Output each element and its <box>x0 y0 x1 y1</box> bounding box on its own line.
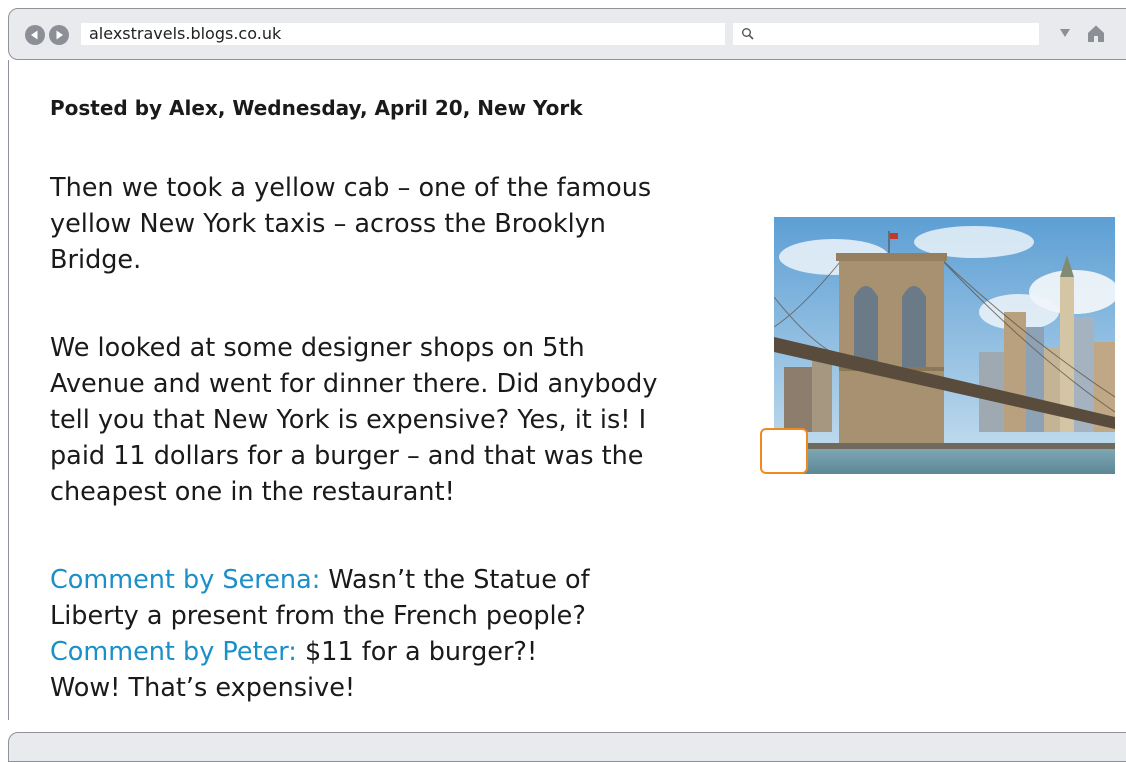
comment-author-peter[interactable]: Comment by Peter: <box>50 637 297 667</box>
paragraph-line: yellow New York taxis – across the Brook… <box>50 209 606 239</box>
search-icon <box>742 28 754 40</box>
paragraph-line: cheapest one in the restaurant! <box>50 477 455 507</box>
search-input[interactable] <box>733 23 1039 45</box>
paragraph-line: tell you that New York is expensive? Yes… <box>50 405 647 435</box>
comment-text: Liberty a present from the French people… <box>50 601 586 631</box>
paragraph-line: Avenue and went for dinner there. Did an… <box>50 369 658 399</box>
comment-peter: Comment by Peter: $11 for a burger?! Wow… <box>50 634 770 706</box>
paragraph-line: Then we took a yellow cab – one of the f… <box>50 173 652 203</box>
address-url: alexstravels.blogs.co.uk <box>89 24 282 43</box>
back-icon <box>31 30 38 40</box>
brooklyn-bridge-photo <box>774 217 1115 474</box>
browser-toolbar: alexstravels.blogs.co.uk <box>8 8 1126 60</box>
home-icon[interactable] <box>1086 23 1106 43</box>
comment-text: Wasn’t the Statue of <box>320 565 590 595</box>
paragraph-line: paid 11 dollars for a burger – and that … <box>50 441 644 471</box>
comment-author-serena[interactable]: Comment by Serena: <box>50 565 320 595</box>
browser-bottom-bar <box>8 732 1126 762</box>
comment-text: Wow! That’s expensive! <box>50 673 356 703</box>
comment-text: $11 for a burger?! <box>296 637 538 667</box>
dropdown-arrow-icon[interactable] <box>1059 27 1071 39</box>
post-paragraph-1: Then we took a yellow cab – one of the f… <box>50 170 770 278</box>
back-button[interactable] <box>25 25 45 45</box>
forward-icon <box>56 30 63 40</box>
comments-section: Comment by Serena: Wasn’t the Statue of … <box>50 562 770 706</box>
forward-button[interactable] <box>49 25 69 45</box>
post-paragraph-2: We looked at some designer shops on 5th … <box>50 330 770 510</box>
paragraph-line: Bridge. <box>50 245 142 275</box>
address-bar[interactable]: alexstravels.blogs.co.uk <box>81 23 725 45</box>
paragraph-line: We looked at some designer shops on 5th <box>50 333 585 363</box>
post-header: Posted by Alex, Wednesday, April 20, New… <box>50 96 583 120</box>
comment-serena: Comment by Serena: Wasn’t the Statue of … <box>50 562 770 634</box>
brooklyn-bridge-image <box>774 217 1115 474</box>
answer-box[interactable] <box>760 428 808 474</box>
